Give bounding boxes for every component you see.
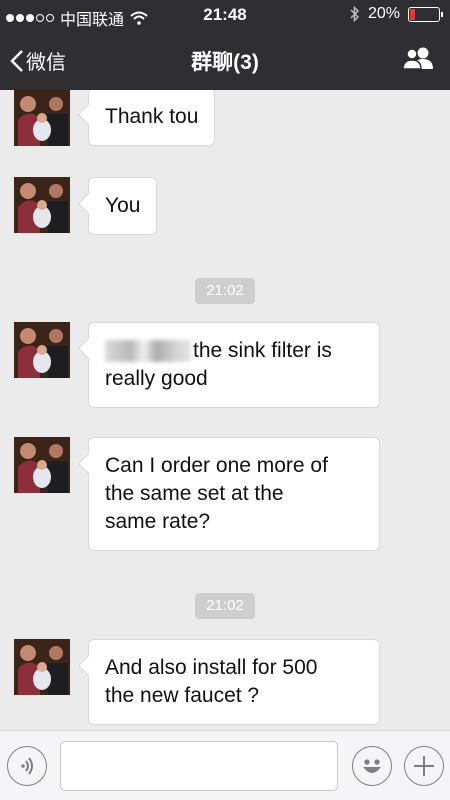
group-info-button[interactable] bbox=[402, 46, 434, 75]
message-row: And also install for 500 the new faucet … bbox=[14, 639, 380, 725]
more-options-button[interactable] bbox=[404, 746, 444, 786]
message-text: And also install for 500 bbox=[105, 656, 318, 679]
message-text: the new faucet ? bbox=[105, 684, 260, 707]
group-members-icon bbox=[402, 47, 433, 70]
message-text: Thank tou bbox=[105, 105, 199, 128]
status-right: 20% bbox=[350, 5, 443, 23]
avatar[interactable] bbox=[14, 639, 70, 695]
message-bubble[interactable]: the sink filter is really good bbox=[88, 322, 380, 408]
message-text: the sink filter is bbox=[193, 339, 332, 362]
message-bubble[interactable]: You bbox=[88, 177, 158, 235]
message-text: same rate? bbox=[105, 510, 211, 533]
avatar-photo bbox=[14, 322, 70, 378]
message-text: You bbox=[105, 194, 141, 217]
avatar-photo bbox=[14, 90, 70, 146]
message-row: Can I order one more of the same set at … bbox=[14, 437, 380, 551]
message-input-box[interactable] bbox=[60, 741, 338, 791]
avatar[interactable] bbox=[14, 322, 70, 378]
avatar[interactable] bbox=[14, 90, 70, 146]
message-row: You bbox=[14, 177, 158, 235]
message-bubble[interactable]: Thank tou bbox=[88, 90, 216, 146]
emoji-button[interactable] bbox=[352, 746, 392, 786]
voice-input-button[interactable] bbox=[7, 746, 47, 786]
message-text: the same set at the bbox=[105, 482, 284, 505]
voice-icon bbox=[21, 757, 33, 775]
message-text: Can I order one more of bbox=[105, 454, 328, 477]
avatar-photo bbox=[14, 177, 70, 233]
bluetooth-icon bbox=[350, 6, 360, 22]
avatar[interactable] bbox=[14, 437, 70, 493]
message-bubble[interactable]: Can I order one more of the same set at … bbox=[88, 437, 380, 551]
avatar-photo bbox=[14, 639, 70, 695]
timestamp-label: 21:02 bbox=[195, 278, 255, 304]
timestamp-label: 21:02 bbox=[195, 593, 255, 619]
chat-title: 群聊(3) bbox=[191, 51, 259, 74]
input-toolbar bbox=[0, 730, 450, 800]
avatar[interactable] bbox=[14, 177, 70, 233]
avatar-photo bbox=[14, 437, 70, 493]
message-text: really good bbox=[105, 367, 208, 390]
redacted-text bbox=[105, 340, 191, 363]
battery-icon bbox=[408, 6, 443, 22]
message-row: Thank tou bbox=[14, 90, 216, 146]
plus-icon bbox=[414, 756, 434, 776]
battery-percent: 20% bbox=[367, 5, 400, 22]
chat-messages[interactable]: Thank tou You 21:02 the sink filter is r… bbox=[0, 90, 450, 730]
navigation-bar: 微信 群聊(3) bbox=[0, 30, 450, 90]
battery-fill bbox=[410, 8, 415, 20]
message-row: the sink filter is really good bbox=[14, 322, 380, 408]
message-bubble[interactable]: And also install for 500 the new faucet … bbox=[88, 639, 380, 725]
emoji-icon bbox=[363, 759, 381, 773]
message-input[interactable] bbox=[61, 742, 337, 790]
status-bar: 中国联通 21:48 20% bbox=[0, 0, 450, 30]
